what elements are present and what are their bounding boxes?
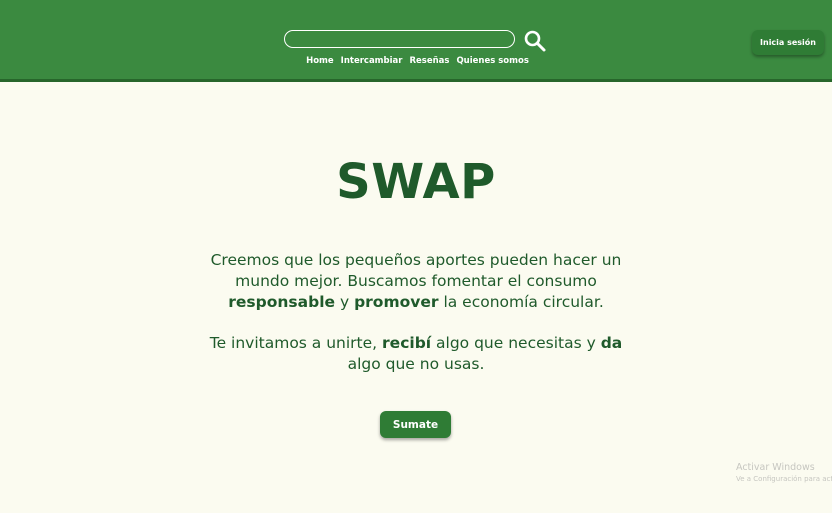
search-bar bbox=[284, 28, 546, 52]
nav-link-intercambiar[interactable]: Intercambiar bbox=[341, 56, 403, 66]
watermark-title: Activar Windows bbox=[736, 462, 815, 473]
hero-paragraph-mission: Creemos que los pequeños aportes pueden … bbox=[210, 251, 622, 311]
search-icon[interactable] bbox=[523, 29, 547, 53]
emphasis-recibi: recibí bbox=[382, 334, 432, 352]
search-input[interactable] bbox=[284, 30, 515, 48]
main-nav: Home Intercambiar Reseñas Quienes somos bbox=[0, 56, 832, 66]
nav-link-quienes-somos[interactable]: Quienes somos bbox=[456, 56, 528, 66]
login-button[interactable]: Inicia sesión bbox=[752, 30, 824, 55]
hero-paragraph-invite: Te invitamos a unirte, recibí algo que n… bbox=[209, 334, 623, 373]
nav-link-resenas[interactable]: Reseñas bbox=[409, 56, 449, 66]
watermark-subtitle: Ve a Configuración para activar Windows. bbox=[736, 475, 832, 483]
sumate-button[interactable]: Sumate bbox=[380, 411, 451, 438]
site-header: Home Intercambiar Reseñas Quienes somos … bbox=[0, 0, 832, 82]
nav-link-home[interactable]: Home bbox=[306, 56, 334, 66]
hero-title: SWAP bbox=[336, 154, 496, 210]
emphasis-da: da bbox=[600, 334, 623, 352]
emphasis-responsable: responsable bbox=[228, 293, 336, 311]
emphasis-promover: promover bbox=[354, 293, 439, 311]
windows-activation-watermark: Activar Windows Ve a Configuración para … bbox=[736, 462, 832, 483]
